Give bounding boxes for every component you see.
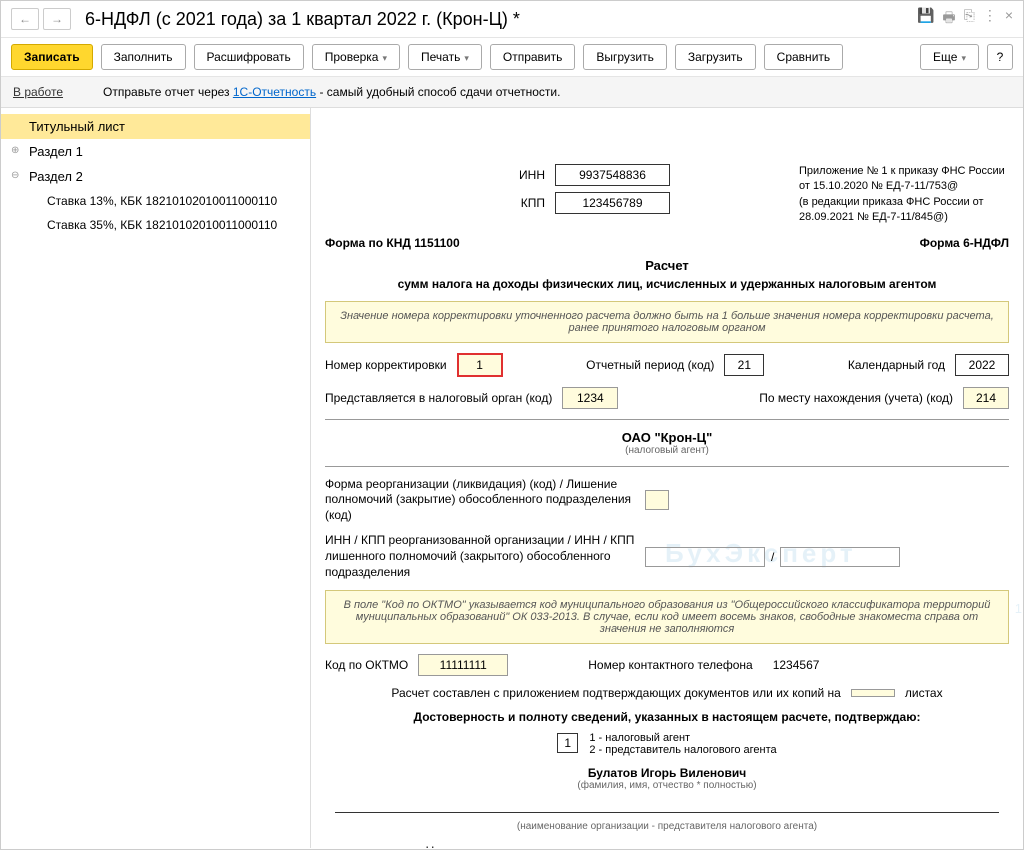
period-label: Отчетный период (код) <box>586 358 714 372</box>
kpp-field[interactable]: 123456789 <box>555 192 670 214</box>
print-button[interactable]: Печать▾ <box>408 44 482 70</box>
confirm-options: 1 - налоговый агент 2 - представитель на… <box>589 732 776 756</box>
rep-org-line[interactable] <box>335 799 999 813</box>
tax-authority-field[interactable]: 1234 <box>562 387 618 409</box>
tree-title-page[interactable]: Титульный лист <box>1 114 310 139</box>
reorg-code-field[interactable] <box>645 490 669 510</box>
decode-button[interactable]: Расшифровать <box>194 44 304 70</box>
reorg-label: Форма реорганизации (ликвидация) (код) /… <box>325 477 635 524</box>
oktmo-note: В поле "Код по ОКТМО" указывается код му… <box>325 590 1009 644</box>
save-button[interactable]: Записать <box>11 44 93 70</box>
confirm-title: Достоверность и полноту сведений, указан… <box>325 710 1009 724</box>
org-sub: (налоговый агент) <box>325 445 1009 456</box>
collapse-icon[interactable]: ⊖ <box>11 170 19 181</box>
tree-section-1[interactable]: ⊕Раздел 1 <box>1 139 310 164</box>
status-label[interactable]: В работе <box>13 85 63 99</box>
correction-label: Номер корректировки <box>325 358 447 372</box>
reorg-inn-label: ИНН / КПП реорганизованной организации /… <box>325 533 635 580</box>
inn-label: ИНН <box>515 168 545 182</box>
representative-sub: (фамилия, имя, отчество * полностью) <box>325 780 1009 791</box>
form-title-2: сумм налога на доходы физических лиц, ис… <box>325 277 1009 291</box>
org-name: ОАО "Крон-Ц" <box>325 430 1009 445</box>
period-field[interactable]: 21 <box>724 354 764 376</box>
tree-section-2-rate35[interactable]: Ставка 35%, КБК 18210102010011000110 <box>1 213 310 237</box>
compare-button[interactable]: Сравнить <box>764 44 843 70</box>
expand-icon[interactable]: ⊕ <box>11 145 19 156</box>
location-field[interactable]: 214 <box>963 387 1009 409</box>
save-icon[interactable]: 💾 <box>917 7 934 31</box>
pages-label-post: листах <box>905 686 943 700</box>
location-label: По месту нахождения (учета) (код) <box>759 391 953 405</box>
form-title-1: Расчет <box>325 258 1009 273</box>
kpp-label: КПП <box>515 196 545 210</box>
pages-field[interactable] <box>851 689 895 697</box>
fill-button[interactable]: Заполнить <box>101 44 186 70</box>
oktmo-field[interactable]: 11111111 <box>418 654 508 676</box>
reorg-kpp-field[interactable] <box>780 547 900 567</box>
info-hint: Отправьте отчет через 1С-Отчетность - са… <box>103 85 560 99</box>
tree-section-2-rate13[interactable]: Ставка 13%, КБК 18210102010011000110 <box>1 189 310 213</box>
confirm-code-field[interactable]: 1 <box>557 733 578 753</box>
send-button[interactable]: Отправить <box>490 44 576 70</box>
representative-name: Булатов Игорь Виленович <box>325 766 1009 780</box>
phone-label: Номер контактного телефона <box>588 658 752 672</box>
reporting-link[interactable]: 1С-Отчетность <box>233 85 316 99</box>
inn-field[interactable]: 9937548836 <box>555 164 670 186</box>
year-field[interactable]: 2022 <box>955 354 1009 376</box>
menu-icon[interactable]: ⋮ <box>983 7 997 31</box>
print-icon[interactable]: 🖶 <box>942 7 955 31</box>
form-content: БухЭксперт база ответов по учету в 1С ИН… <box>311 108 1023 848</box>
reorg-inn-field[interactable] <box>645 547 765 567</box>
nav-forward-button[interactable]: → <box>43 8 71 30</box>
close-icon[interactable]: × <box>1005 7 1013 31</box>
tax-authority-label: Представляется в налоговый орган (код) <box>325 391 552 405</box>
correction-note: Значение номера корректировки уточненног… <box>325 301 1009 343</box>
oktmo-label: Код по ОКТМО <box>325 658 408 672</box>
window-title: 6-НДФЛ (с 2021 года) за 1 квартал 2022 г… <box>85 9 917 30</box>
year-label: Календарный год <box>848 358 945 372</box>
pages-label-pre: Расчет составлен с приложением подтвержд… <box>391 686 840 700</box>
link-icon[interactable]: ⎘ <box>964 7 975 31</box>
export-button[interactable]: Выгрузить <box>583 44 667 70</box>
tree-section-2[interactable]: ⊖Раздел 2 <box>1 164 310 189</box>
doc-title: Наименование и реквизиты документа, подт… <box>325 844 1009 848</box>
help-button[interactable]: ? <box>987 44 1013 70</box>
form-code: Форма 6-НДФЛ <box>920 236 1009 250</box>
nav-back-button[interactable]: ← <box>11 8 39 30</box>
correction-field[interactable]: 1 <box>457 353 503 377</box>
sections-tree: Титульный лист ⊕Раздел 1 ⊖Раздел 2 Ставк… <box>1 108 311 848</box>
check-button[interactable]: Проверка▾ <box>312 44 400 70</box>
rep-org-sub: (наименование организации - представител… <box>325 821 1009 832</box>
more-button[interactable]: Еще▾ <box>920 44 979 70</box>
phone-field[interactable]: 1234567 <box>773 658 820 672</box>
knd-code: Форма по КНД 1151100 <box>325 236 460 250</box>
appendix-text: Приложение № 1 к приказу ФНС России от 1… <box>799 164 1009 226</box>
import-button[interactable]: Загрузить <box>675 44 756 70</box>
